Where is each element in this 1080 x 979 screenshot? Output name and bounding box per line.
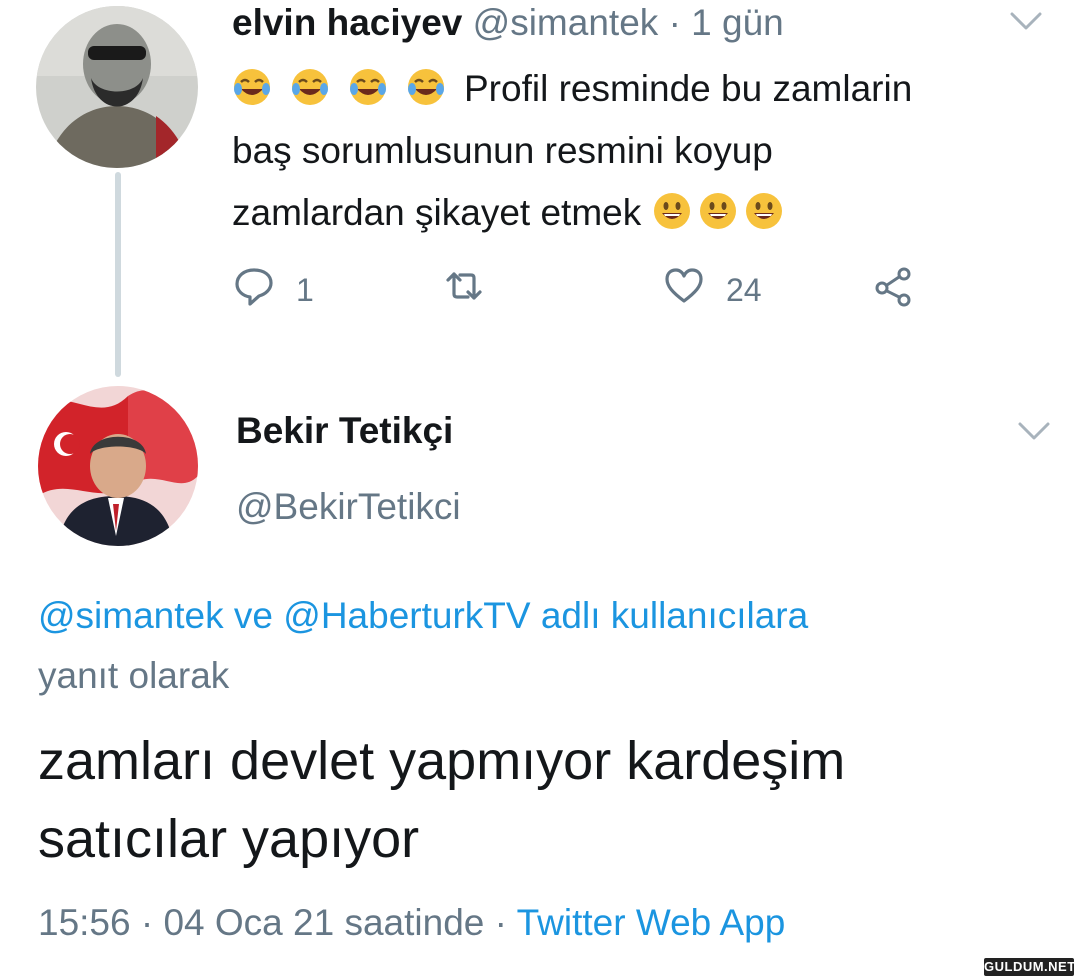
like-count: 24 [726, 271, 762, 308]
connector-text: ve [233, 595, 273, 636]
avatar-elvin[interactable] [36, 6, 198, 168]
share-icon [872, 264, 916, 316]
tweet-text: Profil resminde bu zamlarin baş sorumlus… [232, 58, 1062, 244]
tweet-header: elvin haciyev @simantek · 1 gün [232, 0, 784, 50]
timestamp-text[interactable]: 15:56 · 04 Oca 21 saatinde · [38, 902, 507, 943]
laughing-emoji-icon [232, 67, 272, 107]
tweet-text-part: Profil resminde bu zamlarin [464, 68, 913, 109]
laughing-emoji-icon [348, 67, 388, 107]
replying-to: @simantek ve @HaberturkTV adlı kullanıcı… [38, 586, 1038, 706]
retweet-icon [442, 264, 486, 316]
reply-count: 1 [296, 271, 314, 308]
separator-dot: · [668, 2, 681, 43]
reply-icon [232, 264, 276, 316]
mention-link[interactable]: @HaberturkTV [283, 595, 530, 636]
heart-icon [662, 264, 706, 316]
author-handle[interactable]: @simantek [473, 2, 659, 43]
watermark: GULDUM.NET [984, 958, 1076, 976]
tweet-text-part: zamlardan şikayet etmek [232, 192, 642, 233]
source-link[interactable]: Twitter Web App [517, 902, 786, 943]
tweet-time[interactable]: 1 gün [691, 2, 784, 43]
thread-line [115, 172, 121, 377]
tweet-text-line: baş sorumlusunun resmini koyup [232, 130, 773, 171]
grinning-emoji-icon [744, 191, 784, 231]
tweet-text-line: Profil resminde bu zamlarin [232, 58, 1062, 120]
laughing-emoji-icon [290, 67, 330, 107]
grinning-emoji-icon [698, 191, 738, 231]
chevron-down-icon[interactable] [1006, 8, 1046, 34]
retweet-button[interactable] [442, 262, 486, 318]
tweet-timestamp: 15:56 · 04 Oca 21 saatinde · Twitter Web… [38, 898, 785, 948]
like-button[interactable]: 24 [662, 262, 762, 318]
tweet-text-line: zamlardan şikayet etmek [232, 182, 1062, 244]
grinning-emoji-icon [652, 191, 692, 231]
reply-text-line: zamları devlet yapmıyor kardeşim [38, 731, 846, 791]
reply-text-line: satıcılar yapıyor [38, 809, 420, 869]
reply-author-name[interactable]: Bekir Tetikçi [236, 408, 453, 454]
author-name[interactable]: elvin haciyev [232, 2, 462, 43]
tweet-actions: 1 24 [232, 262, 932, 318]
reply-button[interactable]: 1 [232, 262, 314, 318]
share-button[interactable] [872, 262, 916, 318]
chevron-down-icon[interactable] [1014, 418, 1054, 444]
replying-to-text: adlı kullanıcılara [540, 595, 809, 636]
avatar-bekir[interactable] [38, 386, 198, 546]
mention-link[interactable]: @simantek [38, 595, 224, 636]
reply-author-handle[interactable]: @BekirTetikci [236, 484, 461, 530]
replying-to-suffix: yanıt olarak [38, 655, 230, 696]
reply-text: zamları devlet yapmıyor kardeşim satıcıl… [38, 722, 1058, 878]
laughing-emoji-icon [406, 67, 446, 107]
